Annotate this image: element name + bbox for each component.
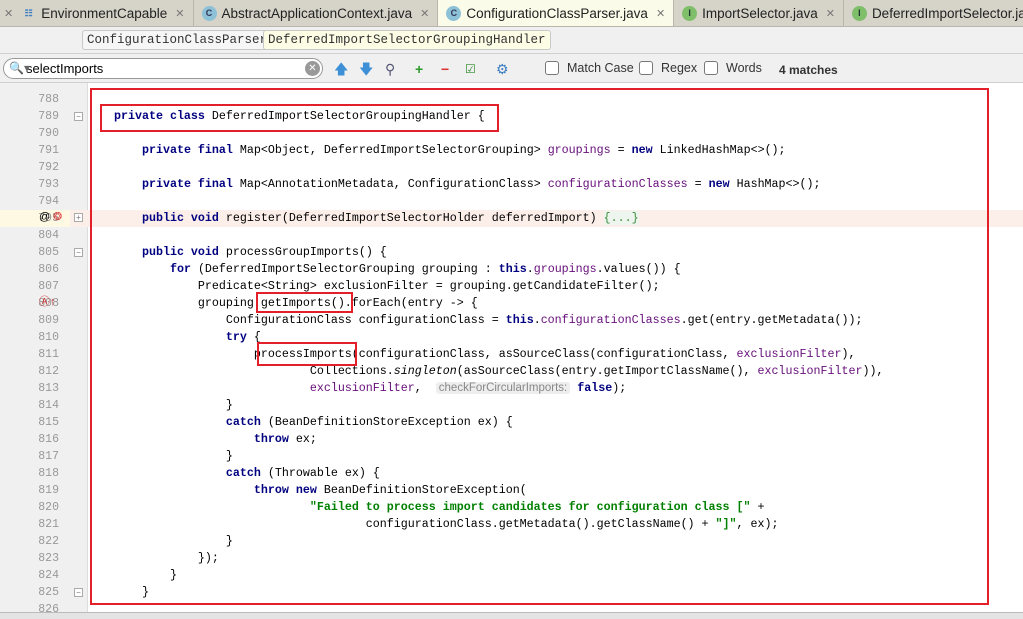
line-number: 811 [38, 348, 59, 361]
close-tab-icon[interactable]: ✕ [4, 7, 13, 20]
line-number: 788 [38, 93, 59, 106]
regex-checkbox[interactable]: Regex [639, 61, 697, 75]
interface-icon: I [851, 5, 867, 21]
close-tab-icon[interactable]: ✕ [656, 7, 665, 20]
breadcrumb-inner-class[interactable]: DeferredImportSelectorGroupingHandler [263, 30, 551, 50]
line-number: 804 [38, 229, 59, 242]
line-number: 805 [38, 246, 59, 259]
line-number: 825 [38, 586, 59, 599]
regex-label: Regex [661, 61, 698, 75]
match-case-checkbox[interactable]: Match Case [545, 61, 634, 75]
highlight-box-processimports [257, 342, 357, 366]
next-match-icon[interactable]: 🡇 [359, 61, 373, 77]
close-tab-icon[interactable]: ✕ [175, 7, 184, 20]
line-number: 810 [38, 331, 59, 344]
line-number: 823 [38, 552, 59, 565]
find-bar: 🔍▾ selectImports ✕ 🡅 🡇 ⚲ + − ☑ ⚙ Match C… [0, 54, 1023, 83]
class-icon: C [201, 5, 217, 21]
line-number: 822 [38, 535, 59, 548]
tab-label: DeferredImportSelector.java [871, 5, 1023, 21]
match-count: 4 matches [779, 63, 838, 77]
breadcrumb: ConfigurationClassParser DeferredImportS… [0, 27, 1023, 54]
line-number: 813 [38, 382, 59, 395]
tab-environmentcapable[interactable]: ✕ ☷ EnvironmentCapable ✕ [0, 0, 194, 26]
interface-icon: ☷ [24, 7, 33, 18]
line-number: 817 [38, 450, 59, 463]
tab-label: ImportSelector.java [702, 5, 818, 21]
line-number: 794 [38, 195, 59, 208]
highlight-box-getimports [256, 292, 353, 313]
line-number: 812 [38, 365, 59, 378]
search-value: selectImports [26, 61, 104, 76]
line-number: 791 [38, 144, 59, 157]
search-icon[interactable]: 🔍▾ [9, 59, 30, 78]
line-number: 793 [38, 178, 59, 191]
line-number: 821 [38, 518, 59, 531]
tab-abstractapplicationcontext-java[interactable]: C AbstractApplicationContext.java ✕ [194, 0, 439, 26]
line-number: 807 [38, 280, 59, 293]
editor-tabs: ✕ ☷ EnvironmentCapable ✕ C AbstractApplicatio… [0, 0, 1023, 27]
line-number: 806 [38, 263, 59, 276]
interface-icon: I [682, 5, 698, 21]
line-number: 789 [38, 110, 59, 123]
fold-marker-icon[interactable]: − [74, 112, 83, 121]
add-occurrence-icon[interactable]: + [415, 61, 423, 77]
line-number: 808 [38, 297, 59, 310]
overrides-method-icon[interactable]: Ⓐ↑ [39, 294, 56, 311]
close-tab-icon[interactable]: ✕ [826, 7, 835, 20]
line-number: 809 [38, 314, 59, 327]
line-number: 816 [38, 433, 59, 446]
highlight-box-class-declaration [100, 104, 499, 132]
highlight-box-class [90, 88, 989, 605]
line-number: 815 [38, 416, 59, 429]
remove-occurrence-icon[interactable]: − [441, 61, 449, 77]
line-number: 818 [38, 467, 59, 480]
expand-fold-icon[interactable]: + [74, 213, 83, 222]
tab-label: EnvironmentCapable [41, 5, 168, 21]
select-all-occurrences-icon[interactable]: ☑ [465, 61, 476, 77]
override-annotation-icon[interactable]: @ [39, 209, 50, 226]
line-number: 820 [38, 501, 59, 514]
fold-marker-icon[interactable]: − [74, 248, 83, 257]
close-tab-icon[interactable]: ✕ [420, 7, 429, 20]
line-number: 819 [38, 484, 59, 497]
tab-importselector-java[interactable]: I ImportSelector.java ✕ [674, 0, 844, 26]
find-all-icon[interactable]: ⚲ [385, 61, 395, 77]
line-number: 792 [38, 161, 59, 174]
status-bar [0, 612, 1023, 619]
words-label: Words [726, 61, 762, 75]
match-case-label: Match Case [567, 61, 634, 75]
line-number: 824 [38, 569, 59, 582]
tab-configurationclassparser-java[interactable]: C ConfigurationClassParser.java ✕ [438, 0, 675, 26]
breadcrumb-class[interactable]: ConfigurationClassParser [82, 30, 273, 50]
line-number: 814 [38, 399, 59, 412]
clear-search-icon[interactable]: ✕ [305, 61, 320, 76]
words-checkbox[interactable]: Words [704, 61, 762, 75]
settings-gear-icon[interactable]: ⚙ [496, 61, 509, 77]
implements-method-icon[interactable]: ❂ [53, 209, 62, 226]
class-icon: C [446, 5, 462, 21]
fold-marker-icon[interactable]: − [74, 588, 83, 597]
line-number: 790 [38, 127, 59, 140]
tab-label: ConfigurationClassParser.java [466, 5, 648, 21]
tab-deferredimportselector-java[interactable]: IDeferredImportSelector.java✕ [844, 0, 1023, 26]
previous-match-icon[interactable]: 🡅 [334, 61, 348, 77]
search-input[interactable]: 🔍▾ selectImports ✕ [3, 58, 323, 79]
tab-label: AbstractApplicationContext.java [221, 5, 413, 21]
